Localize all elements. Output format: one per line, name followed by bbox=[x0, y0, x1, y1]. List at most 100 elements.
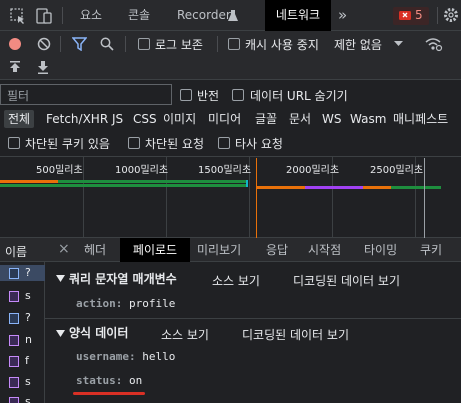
tab-elements[interactable]: 요소 bbox=[80, 0, 102, 31]
divider bbox=[60, 36, 61, 52]
divider bbox=[437, 7, 438, 24]
filter-icon[interactable] bbox=[72, 37, 87, 51]
query-param: action: profile bbox=[76, 297, 175, 310]
invert-label: 반전 bbox=[197, 89, 220, 103]
divider bbox=[62, 7, 63, 24]
tab-console[interactable]: 콘솔 bbox=[128, 0, 150, 31]
type-filter-all[interactable]: 전체 bbox=[4, 110, 35, 128]
timeline-tick-label: 2000밀리초 bbox=[286, 165, 340, 176]
selected-row-highlight bbox=[0, 265, 45, 281]
blocked-cookies-checkbox[interactable] bbox=[8, 137, 20, 149]
param-value: profile bbox=[128, 297, 176, 310]
collapse-triangle-icon[interactable] bbox=[56, 275, 65, 282]
device-toolbar-icon[interactable] bbox=[36, 8, 52, 24]
tab-recorder[interactable]: Recorder bbox=[177, 0, 231, 31]
form-view-decoded-link[interactable]: 디코딩된 데이터 보기 bbox=[242, 326, 349, 343]
import-har-icon[interactable] bbox=[9, 61, 21, 74]
hide-data-urls-label: 데이터 URL 숨기기 bbox=[250, 89, 348, 103]
waterfall-bar bbox=[246, 180, 248, 187]
type-filter-fetch-xhr[interactable]: Fetch/XHR bbox=[46, 110, 108, 128]
request-name[interactable]: s bbox=[25, 395, 31, 403]
form-view-source-link[interactable]: 소스 보기 bbox=[161, 326, 209, 343]
type-filter-font[interactable]: 글꼴 bbox=[255, 110, 277, 128]
waterfall-bar bbox=[58, 180, 246, 183]
filter-input[interactable]: 필터 bbox=[0, 84, 172, 105]
request-name[interactable]: f bbox=[25, 354, 29, 367]
form-section-title: 양식 데이터 bbox=[69, 326, 129, 340]
blocked-cookies-label: 차단된 쿠키 있음 bbox=[25, 137, 110, 151]
tab-cookies[interactable]: 쿠키 bbox=[420, 238, 442, 262]
query-view-source-link[interactable]: 소스 보기 bbox=[212, 272, 260, 289]
flask-icon bbox=[228, 10, 238, 21]
name-column-header[interactable]: 이름 bbox=[5, 243, 27, 260]
type-filter-doc[interactable]: 문서 bbox=[289, 110, 311, 128]
throttling-select[interactable]: 제한 없음 bbox=[334, 36, 382, 53]
tab-response[interactable]: 응답 bbox=[266, 238, 288, 262]
tab-initiator[interactable]: 시작점 bbox=[308, 238, 341, 262]
request-name[interactable]: s bbox=[25, 289, 31, 302]
error-badge[interactable]: 5 bbox=[393, 7, 429, 25]
param-value: hello bbox=[142, 350, 176, 363]
waterfall-bar bbox=[305, 186, 363, 189]
blocked-requests-label: 차단된 요청 bbox=[145, 137, 205, 151]
section-divider bbox=[45, 318, 461, 319]
chevron-down-icon bbox=[394, 41, 403, 46]
divider bbox=[125, 36, 126, 52]
tab-network[interactable]: 네트워크 bbox=[265, 0, 331, 31]
query-section-title: 쿼리 문자열 매개변수 bbox=[69, 272, 177, 286]
form-param: username: hello bbox=[76, 350, 175, 363]
type-filter-media[interactable]: 미디어 bbox=[208, 110, 241, 128]
gear-icon[interactable] bbox=[443, 7, 459, 23]
waterfall-bar bbox=[391, 186, 441, 189]
hide-data-urls-checkbox[interactable] bbox=[232, 89, 244, 101]
script-icon bbox=[9, 356, 19, 367]
third-party-checkbox[interactable] bbox=[218, 137, 230, 149]
request-list bbox=[0, 238, 45, 403]
tab-timing[interactable]: 타이밍 bbox=[364, 238, 397, 262]
waterfall-bar bbox=[0, 180, 58, 183]
load-marker bbox=[424, 158, 425, 238]
blocked-requests-checkbox[interactable] bbox=[128, 137, 140, 149]
more-tabs-button[interactable]: » bbox=[338, 0, 347, 31]
preserve-log-checkbox[interactable] bbox=[138, 38, 150, 50]
collapse-triangle-icon[interactable] bbox=[56, 330, 65, 337]
invert-checkbox[interactable] bbox=[180, 89, 192, 101]
waterfall-bar bbox=[363, 186, 391, 189]
type-filter-ws[interactable]: WS bbox=[322, 110, 341, 128]
dom-content-loaded-marker bbox=[256, 158, 257, 238]
query-view-decoded-link[interactable]: 디코딩된 데이터 보기 bbox=[293, 272, 400, 289]
error-count: 5 bbox=[415, 8, 423, 22]
tab-payload[interactable]: 페이로드 bbox=[120, 238, 190, 262]
timeline-gridline bbox=[83, 156, 84, 238]
export-har-icon[interactable] bbox=[37, 61, 49, 74]
preserve-log-label: 로그 보존 bbox=[155, 38, 203, 52]
request-name[interactable]: n bbox=[25, 333, 32, 346]
param-key: status: bbox=[76, 374, 123, 387]
document-icon bbox=[9, 268, 19, 279]
timeline-tick-label: 2500밀리초 bbox=[370, 165, 424, 176]
tab-preview[interactable]: 미리보기 bbox=[197, 238, 241, 262]
request-name[interactable]: ? bbox=[25, 266, 31, 279]
tab-headers[interactable]: 헤더 bbox=[84, 238, 106, 262]
inspect-element-icon[interactable] bbox=[10, 8, 26, 24]
param-key: action: bbox=[76, 297, 123, 310]
param-key: username: bbox=[76, 350, 136, 363]
request-name[interactable]: ? bbox=[25, 311, 31, 324]
type-filter-manifest[interactable]: 매니페스트 bbox=[393, 110, 448, 128]
script-icon bbox=[9, 397, 19, 403]
disable-cache-checkbox[interactable] bbox=[228, 38, 240, 50]
request-name[interactable]: s bbox=[25, 375, 31, 388]
network-conditions-icon[interactable] bbox=[425, 36, 443, 52]
script-icon bbox=[9, 377, 19, 388]
filter-placeholder: 필터 bbox=[7, 89, 30, 103]
clear-icon[interactable] bbox=[37, 37, 51, 51]
type-filter-js[interactable]: JS bbox=[112, 110, 123, 128]
disable-cache-label: 캐시 사용 중지 bbox=[245, 38, 319, 52]
type-filter-css[interactable]: CSS bbox=[133, 110, 157, 128]
import-export-toolbar bbox=[0, 56, 461, 80]
type-filter-image[interactable]: 이미지 bbox=[163, 110, 196, 128]
type-filter-wasm[interactable]: Wasm bbox=[350, 110, 386, 128]
search-icon[interactable] bbox=[100, 37, 114, 51]
record-icon[interactable] bbox=[8, 37, 22, 51]
close-detail-button[interactable]: × bbox=[58, 241, 70, 257]
